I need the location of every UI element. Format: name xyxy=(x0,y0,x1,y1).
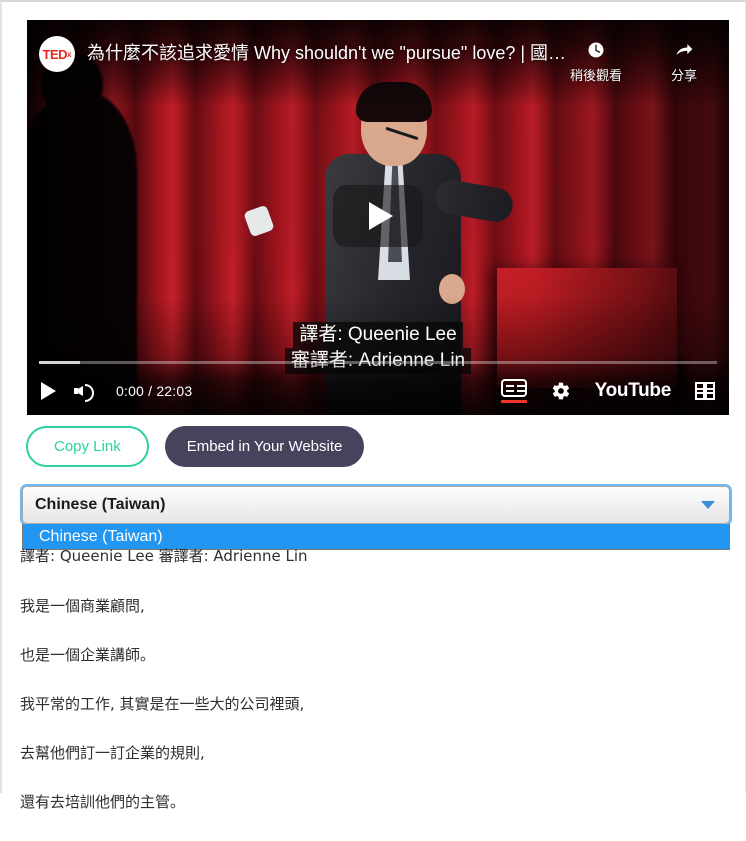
video-player[interactable]: TED x 為什麼不該追求愛情 Why shouldn't we "pursue"… xyxy=(27,20,729,415)
share-actions-row: Copy Link Embed in Your Website xyxy=(26,426,365,467)
volume-button[interactable] xyxy=(74,377,98,405)
share-label: 分享 xyxy=(670,68,697,83)
play-icon xyxy=(41,382,56,400)
share-arrow-icon xyxy=(673,38,695,62)
fullscreen-button[interactable] xyxy=(695,377,715,405)
player-header-actions: 稍後觀看 分享 xyxy=(565,38,715,84)
language-select-value: Chinese (Taiwan) xyxy=(35,496,166,513)
watch-later-label: 稍後觀看 xyxy=(569,68,622,83)
transcript-paragraph: 我是一個商業顧問, xyxy=(20,597,145,615)
controls-row: 0:00 / 22:03 YouTube xyxy=(27,371,729,411)
settings-button[interactable] xyxy=(551,377,571,405)
copy-link-button[interactable]: Copy Link xyxy=(26,426,149,467)
controls-right: YouTube xyxy=(500,377,715,405)
chevron-down-icon xyxy=(701,501,715,509)
play-triangle-icon xyxy=(368,202,393,230)
player-controls: 0:00 / 22:03 YouTube xyxy=(27,357,729,415)
subtitles-icon xyxy=(500,379,527,397)
video-title[interactable]: 為什麼不該追求愛情 Why shouldn't we "pursue" love… xyxy=(87,42,565,64)
transcript-paragraph: 去幫他們訂一訂企業的規則, xyxy=(20,744,205,762)
subtitles-button[interactable] xyxy=(500,379,527,403)
clock-icon xyxy=(586,38,606,62)
controls-left: 0:00 / 22:03 xyxy=(41,377,192,405)
gear-icon xyxy=(551,381,571,401)
volume-icon xyxy=(74,381,98,402)
tedx-logo-text: TED xyxy=(42,46,68,62)
tedx-channel-avatar[interactable]: TED x xyxy=(39,36,75,72)
fullscreen-icon xyxy=(695,382,715,400)
transcript-paragraph: 也是一個企業講師。 xyxy=(20,646,156,664)
language-select-wrapper: Chinese (Taiwan) Chinese (Taiwan) xyxy=(22,486,730,550)
big-play-button[interactable] xyxy=(333,185,423,247)
caption-line-1: 譯者: Queenie Lee xyxy=(293,322,463,348)
progress-bar[interactable] xyxy=(39,361,717,364)
language-select[interactable]: Chinese (Taiwan) xyxy=(22,486,730,524)
transcript-paragraph: 我平常的工作, 其實是在一些大的公司裡頭, xyxy=(20,695,305,713)
transcript: 譯者: Queenie Lee 審譯者: Adrienne Lin 我是一個商業… xyxy=(20,546,720,841)
youtube-wordmark[interactable]: YouTube xyxy=(595,380,672,402)
tedx-logo-superscript: x xyxy=(67,49,72,59)
transcript-credits: 譯者: Queenie Lee 審譯者: Adrienne Lin xyxy=(20,547,308,565)
progress-loaded xyxy=(39,361,80,364)
embed-website-button[interactable]: Embed in Your Website xyxy=(164,426,365,467)
subtitles-active-indicator xyxy=(500,400,527,403)
player-header: TED x 為什麼不該追求愛情 Why shouldn't we "pursue"… xyxy=(27,20,729,106)
share-button[interactable]: 分享 xyxy=(653,38,715,84)
page-container: TED x 為什麼不該追求愛情 Why shouldn't we "pursue"… xyxy=(0,0,746,811)
play-button[interactable] xyxy=(41,377,56,405)
transcript-paragraph: 還有去培訓他們的主管。 xyxy=(20,793,186,811)
watch-later-button[interactable]: 稍後觀看 xyxy=(565,38,627,84)
time-display: 0:00 / 22:03 xyxy=(116,383,193,399)
